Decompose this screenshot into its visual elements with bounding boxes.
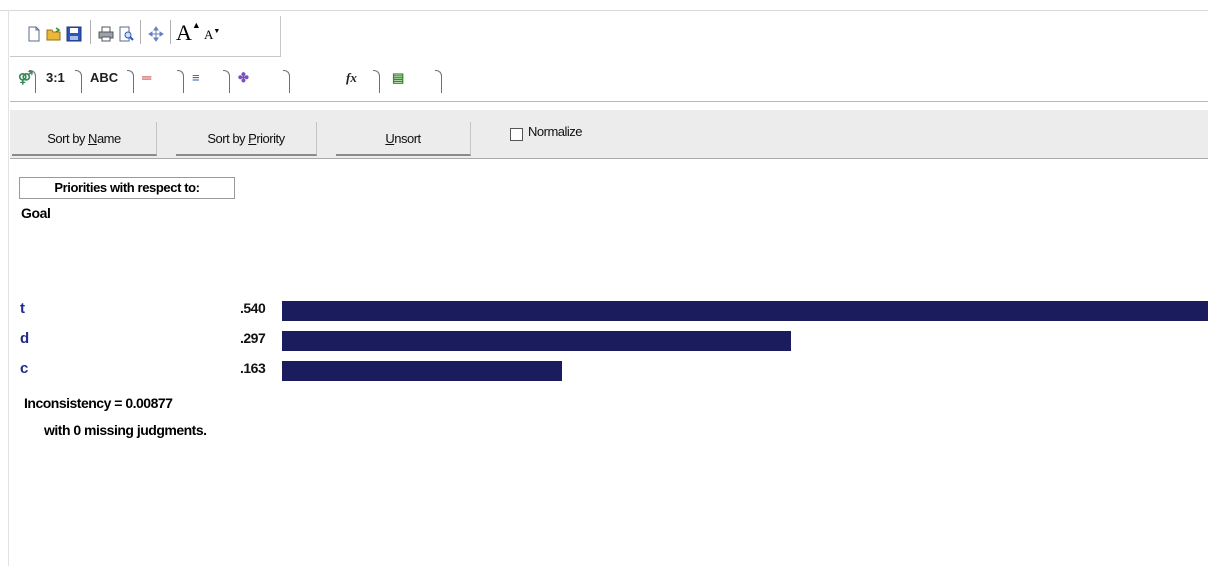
criterion-label: d [20,330,30,347]
priority-value-label: .297 [240,330,266,346]
formula-tab[interactable]: fx [340,66,380,94]
toolbar-separator [140,20,141,44]
verbal-icon: ABC [90,70,119,85]
tab-divider [75,70,82,93]
pairwise-numeric-icon: 3:1 [46,70,65,85]
formula-icon: fx [346,70,357,85]
open-folder-icon[interactable] [46,26,62,42]
toolbar-separator [170,20,171,44]
priorities-header: Priorities with respect to: [19,177,235,199]
priority-bar [282,331,791,351]
sort-by-name-button[interactable]: Sort by Name [12,122,157,156]
normalize-label[interactable]: Normalize [528,124,583,139]
window-top-border [0,10,1208,11]
unsort-button[interactable]: Unsort [336,122,471,156]
sensitivity-tab[interactable]: ✤ [232,66,290,94]
graphical-tab[interactable]: ═ [136,66,184,94]
tab-divider [283,70,290,93]
notes-icon: ▤ [392,70,405,85]
sort-by-priority-button[interactable]: Sort by Priority [176,122,317,156]
tab-divider [29,70,36,93]
goal-label: Goal [21,205,51,221]
toolbar-separator [90,20,91,44]
print-icon[interactable] [98,26,114,42]
font-decrease-icon[interactable]: A▼ [204,27,220,43]
tab-divider [127,70,134,93]
priority-value-label: .163 [240,360,266,376]
priorities-icon: ≡ [192,70,200,85]
move-icon[interactable] [148,26,164,42]
tab-divider [373,70,380,93]
inconsistency-text: Inconsistency = 0.00877 [24,395,173,411]
tab-divider [435,70,442,93]
pairwise-numeric-tab[interactable]: 3:1 [40,66,82,94]
missing-judgments-text: with 0 missing judgments. [44,422,207,438]
sensitivity-icon: ✤ [238,70,249,85]
graphical-icon: ═ [142,70,152,85]
normalize-checkbox[interactable] [510,128,523,141]
print-preview-icon[interactable] [118,26,134,42]
priority-value-label: .540 [240,300,266,316]
notes-tab[interactable]: ▤ [386,66,442,94]
new-file-icon[interactable] [26,26,42,42]
tab-strip-border [10,101,1208,102]
tab-divider [177,70,184,93]
priority-bar [282,361,562,381]
verbal-tab[interactable]: ABC [84,66,134,94]
priority-bar [282,301,1208,321]
font-increase-icon[interactable]: A▲ [176,20,201,46]
tree-view-tab[interactable]: ⚤ [12,66,36,94]
criterion-label: t [20,300,25,317]
priorities-tab[interactable]: ≡ [186,66,230,94]
tab-divider [223,70,230,93]
window-left-border [8,10,9,566]
criterion-label: c [20,360,29,377]
sort-toolbar-border [10,158,1208,159]
save-icon[interactable] [66,26,82,42]
